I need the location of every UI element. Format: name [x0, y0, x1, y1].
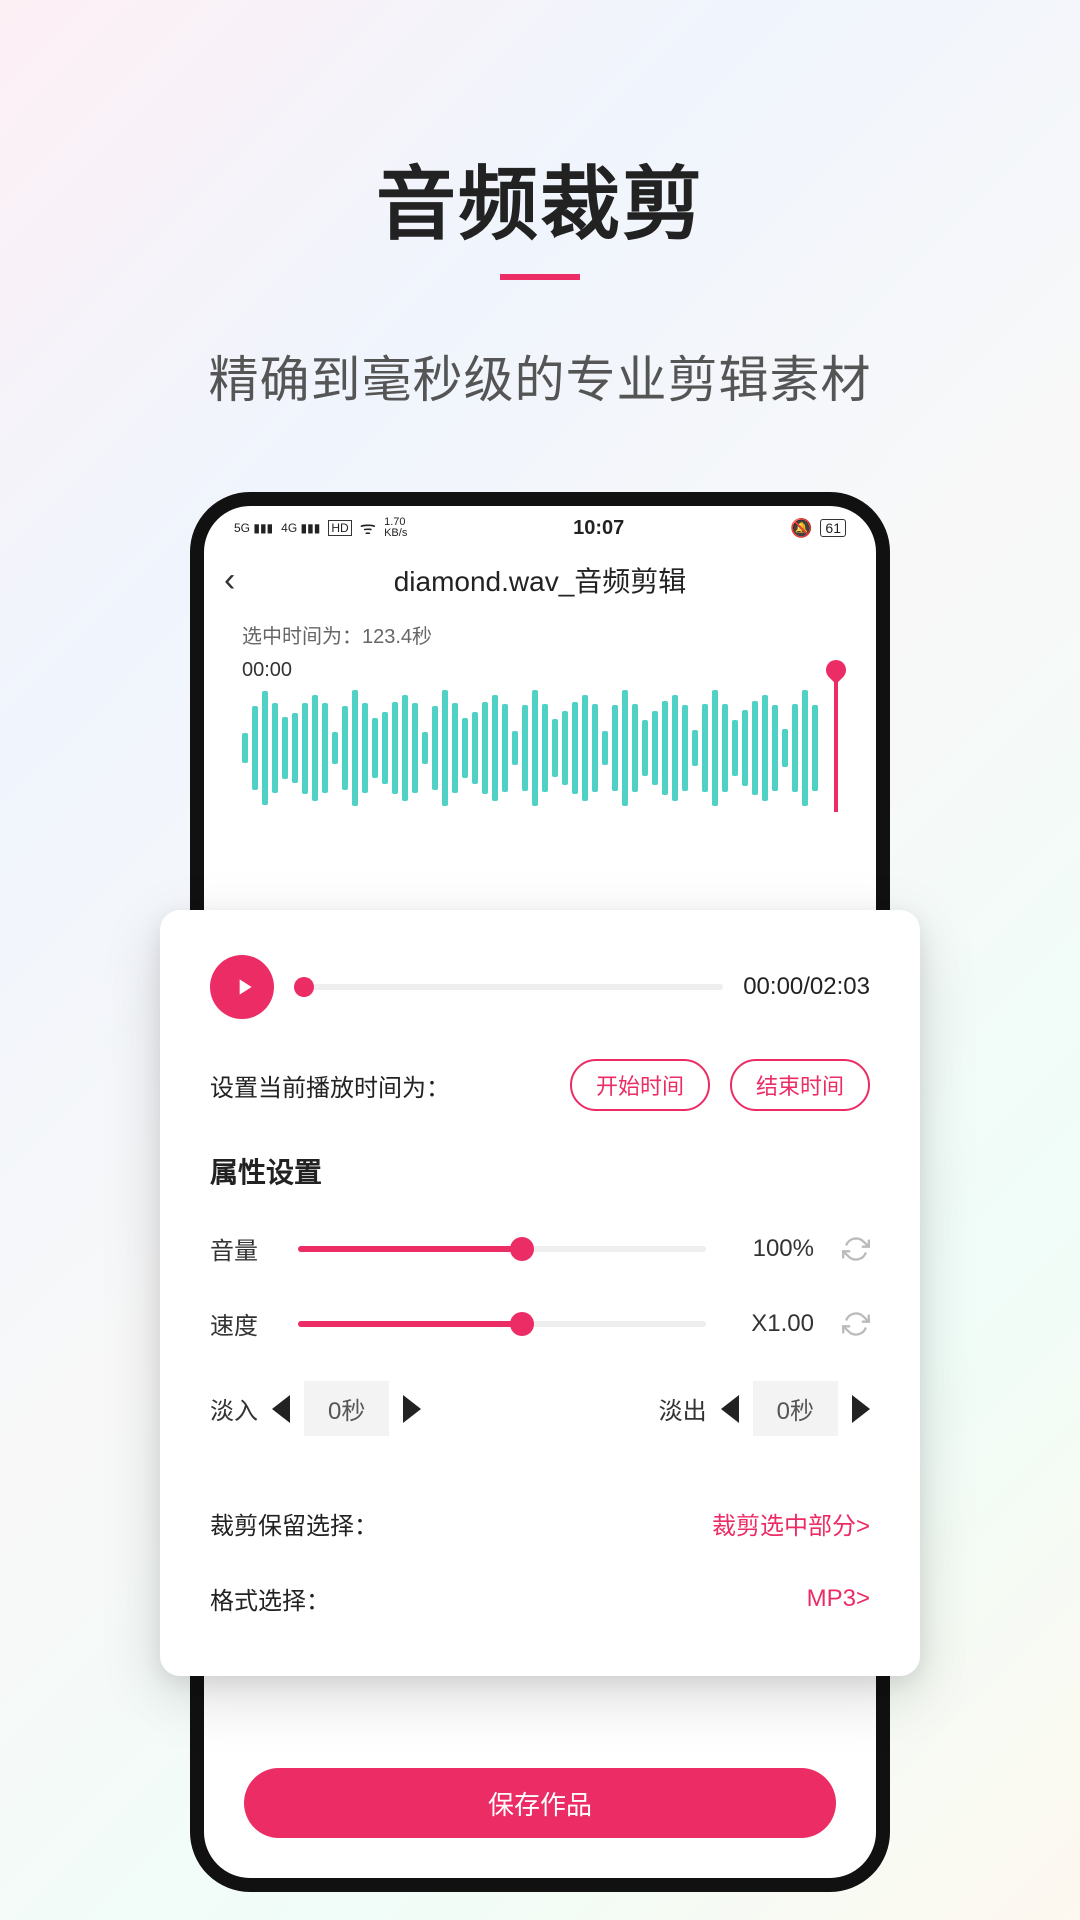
start-time-button[interactable]: 开始时间 — [570, 1059, 710, 1111]
crop-keep-label: 裁剪保留选择： — [210, 1506, 378, 1541]
hero-title: 音频裁剪 — [376, 140, 704, 256]
clock: 10:07 — [573, 517, 624, 540]
fade-in-label: 淡入 — [210, 1391, 258, 1426]
hd-icon: HD — [328, 520, 351, 536]
fade-out-decrease-button[interactable] — [721, 1395, 739, 1423]
fade-in-value: 0秒 — [304, 1381, 389, 1436]
time-display: 00:00/02:03 — [743, 973, 870, 1001]
controls-card: 00:00/02:03 设置当前播放时间为： 开始时间 结束时间 属性设置 音量… — [160, 910, 920, 1676]
wifi-icon: ᯤ — [360, 516, 376, 540]
mute-icon: 🔕 — [790, 518, 812, 539]
battery-icon: 61 — [820, 519, 846, 537]
hero-subtitle: 精确到毫秒级的专业剪辑素材 — [209, 340, 872, 412]
play-button[interactable] — [210, 955, 274, 1019]
speed-label: 速度 — [210, 1306, 270, 1341]
crop-keep-option[interactable]: 裁剪保留选择： 裁剪选中部分> — [210, 1486, 870, 1561]
signal-5g-icon: 5G ▮▮▮ — [234, 521, 273, 535]
fade-out-label: 淡出 — [659, 1391, 707, 1426]
hero-underline — [500, 274, 580, 280]
fade-out-increase-button[interactable] — [852, 1395, 870, 1423]
net-speed: 1.70KB/s — [384, 517, 407, 539]
volume-slider[interactable] — [298, 1246, 706, 1252]
back-icon[interactable]: ‹ — [224, 561, 264, 600]
playback-progress[interactable] — [294, 984, 723, 990]
app-header: ‹ diamond.wav_音频剪辑 — [204, 550, 876, 620]
volume-label: 音量 — [210, 1231, 270, 1266]
speed-thumb[interactable] — [510, 1312, 534, 1336]
crop-keep-value: 裁剪选中部分> — [712, 1506, 870, 1541]
speed-value: X1.00 — [734, 1310, 814, 1338]
format-label: 格式选择： — [210, 1581, 330, 1616]
save-button[interactable]: 保存作品 — [244, 1768, 836, 1838]
play-icon — [231, 974, 257, 1000]
set-current-time-label: 设置当前播放时间为： — [210, 1068, 450, 1103]
format-value: MP3> — [807, 1585, 870, 1613]
volume-reset-icon[interactable] — [842, 1235, 870, 1263]
volume-thumb[interactable] — [510, 1237, 534, 1261]
fade-out-value: 0秒 — [753, 1381, 838, 1436]
selection-duration: 选中时间为：123.4秒 — [204, 620, 876, 659]
waveform[interactable] — [242, 688, 838, 808]
waveform-start-time: 00:00 — [204, 659, 876, 688]
speed-reset-icon[interactable] — [842, 1310, 870, 1338]
page-title: diamond.wav_音频剪辑 — [264, 560, 856, 600]
fade-in-decrease-button[interactable] — [272, 1395, 290, 1423]
progress-thumb[interactable] — [294, 977, 314, 997]
status-bar: 5G ▮▮▮ 4G ▮▮▮ HD ᯤ 1.70KB/s 10:07 🔕 61 — [204, 506, 876, 550]
format-option[interactable]: 格式选择： MP3> — [210, 1561, 870, 1636]
fade-in-increase-button[interactable] — [403, 1395, 421, 1423]
speed-slider[interactable] — [298, 1321, 706, 1327]
attributes-title: 属性设置 — [210, 1151, 870, 1191]
signal-4g-icon: 4G ▮▮▮ — [281, 521, 320, 535]
volume-value: 100% — [734, 1235, 814, 1263]
end-time-button[interactable]: 结束时间 — [730, 1059, 870, 1111]
